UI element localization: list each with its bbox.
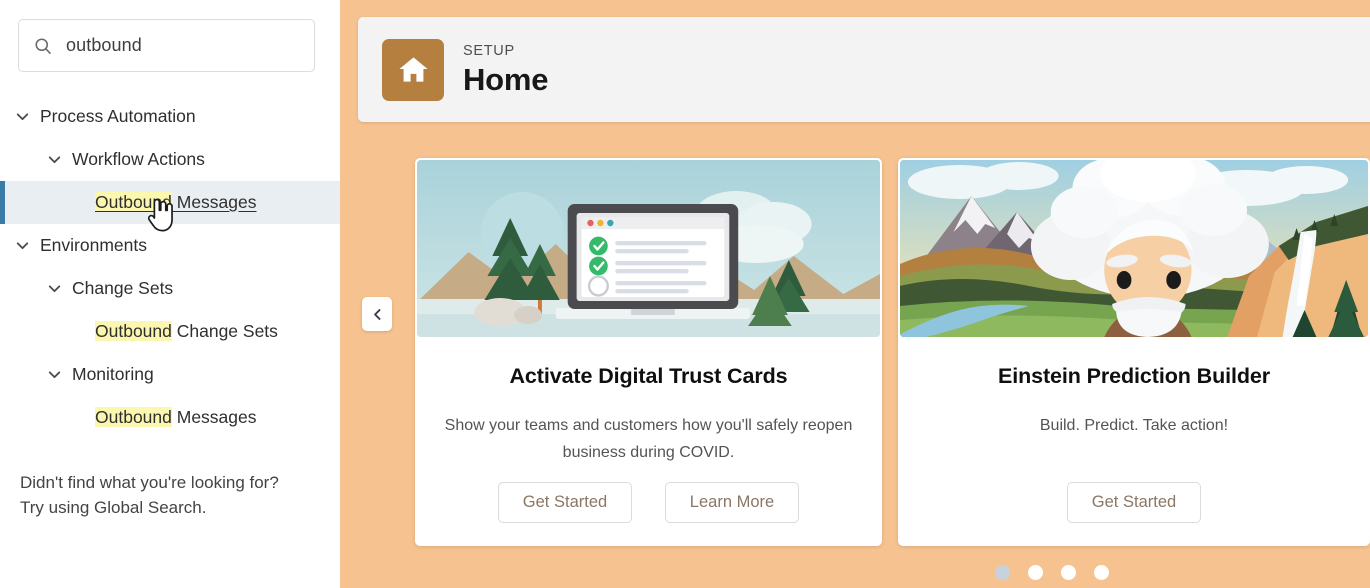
trust-cards-illustration [417, 160, 880, 337]
search-icon [35, 37, 51, 54]
setup-page-header: SETUP Home [358, 17, 1370, 122]
nav-item-change-sets[interactable]: Change Sets [0, 267, 340, 310]
card-description: Build. Predict. Take action! [1039, 417, 1229, 434]
nav-item-outbound-messages[interactable]: Outbound Messages [0, 181, 340, 224]
nav-item-label: Process Automation [40, 106, 196, 126]
learn-more-button[interactable]: Learn More [665, 482, 799, 523]
search-match-highlight: Outbound [95, 321, 172, 341]
einstein-illustration [900, 160, 1368, 337]
card-actions: Get Started Learn More [415, 482, 882, 523]
nav-item-label: Environments [40, 235, 147, 255]
card-description: Show your teams and customers how you'll… [444, 417, 853, 461]
search-match-highlight: Outbound [95, 407, 172, 427]
carousel-dot-3[interactable] [1061, 565, 1076, 580]
home-tile [382, 38, 444, 101]
chevron-down-icon[interactable] [46, 151, 63, 168]
nav-item-outbound-messages[interactable]: Outbound Messages [0, 396, 340, 439]
chevron-down-icon[interactable] [46, 280, 63, 297]
search-match-highlight: Outbound [95, 192, 172, 212]
no-results-line-1: Didn't find what you're looking for? [20, 473, 279, 492]
nav-item-monitoring[interactable]: Monitoring [0, 353, 340, 396]
carousel-dot-4[interactable] [1094, 565, 1109, 580]
carousel-dots [340, 565, 1370, 580]
setup-home-screen: outbound Process Automation Workflow Acti… [0, 0, 1370, 588]
setup-main-stage: SETUP Home Activate Digital Trust Cards … [340, 0, 1370, 588]
nav-item-environments[interactable]: Environments [0, 224, 340, 267]
nav-item-label: Workflow Actions [72, 149, 205, 169]
carousel-card[interactable]: Einstein Prediction Builder Build. Predi… [898, 158, 1370, 546]
setup-sidebar: outbound Process Automation Workflow Acti… [0, 0, 340, 588]
get-started-button[interactable]: Get Started [1067, 482, 1201, 523]
card-title: Activate Digital Trust Cards [509, 364, 788, 388]
card-illustration [417, 160, 880, 337]
carousel-dot-2[interactable] [1028, 565, 1043, 580]
card-actions: Get Started [898, 482, 1370, 523]
no-results-line-2: Try using Global Search. [20, 498, 207, 517]
nav-item-label: Monitoring [72, 364, 154, 384]
nav-item-process-automation[interactable]: Process Automation [0, 95, 340, 138]
chevron-down-icon[interactable] [14, 237, 31, 254]
search-input[interactable]: outbound [66, 35, 142, 56]
chevron-down-icon[interactable] [46, 366, 63, 383]
nav-item-label: Outbound Messages [95, 407, 257, 427]
header-text-group: SETUP Home [463, 41, 549, 99]
card-body: Activate Digital Trust Cards Show your t… [415, 337, 882, 466]
setup-kicker: SETUP [463, 42, 515, 59]
card-body: Einstein Prediction Builder Build. Predi… [898, 337, 1370, 439]
nav-item-label: Change Sets [72, 278, 174, 298]
home-icon [398, 57, 428, 82]
nav-item-outbound-change-sets[interactable]: Outbound Change Sets [0, 310, 340, 353]
setup-nav-tree: Process Automation Workflow Actions Outbou… [0, 95, 340, 439]
card-illustration [900, 160, 1368, 337]
no-results-hint: Didn't find what you're looking for? Try… [20, 470, 320, 520]
card-title: Einstein Prediction Builder [997, 364, 1271, 388]
page-title: Home [463, 61, 549, 97]
chevron-down-icon[interactable] [14, 108, 31, 125]
carousel-prev-button[interactable] [362, 297, 392, 331]
carousel-card[interactable]: Activate Digital Trust Cards Show your t… [415, 158, 882, 546]
quick-find-search-box[interactable]: outbound [18, 19, 315, 72]
chevron-left-icon [373, 308, 380, 320]
nav-item-label: Outbound Messages [95, 192, 257, 212]
carousel-dot-1[interactable] [995, 565, 1010, 580]
nav-item-workflow-actions[interactable]: Workflow Actions [0, 138, 340, 181]
get-started-button[interactable]: Get Started [498, 482, 632, 523]
nav-item-label: Outbound Change Sets [95, 321, 278, 341]
